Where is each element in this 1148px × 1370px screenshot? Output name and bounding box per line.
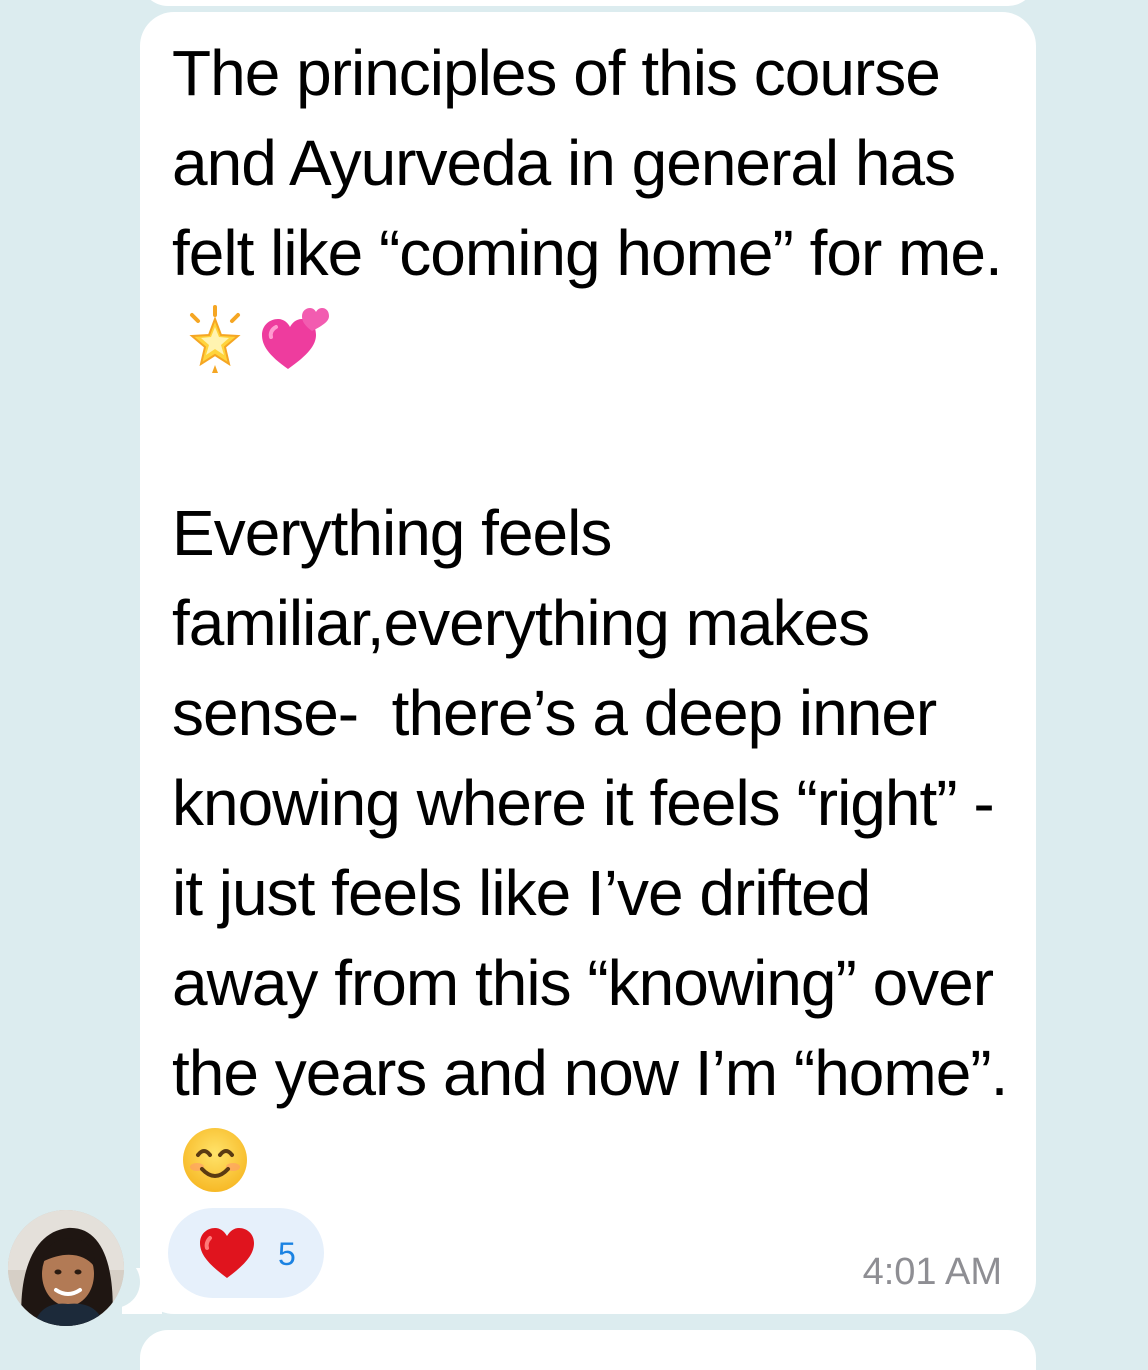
reaction-count: 5 [278, 1236, 296, 1272]
message-text: The principles of this course and Ayurve… [172, 28, 1022, 1218]
two-hearts-icon [258, 303, 330, 398]
message-timestamp: 4:01 AM [862, 1251, 1002, 1293]
message-paragraph-1: The principles of this course and Ayurve… [172, 37, 1003, 289]
sender-avatar-photo [8, 1210, 124, 1326]
reaction-pill[interactable]: 5 [168, 1208, 324, 1298]
red-heart-icon [198, 1226, 256, 1285]
smiling-face-icon [180, 1125, 250, 1218]
next-message-bubble [140, 1330, 1036, 1370]
sender-avatar[interactable] [8, 1210, 124, 1326]
previous-message-bubble [140, 0, 1036, 6]
glowing-star-icon [180, 305, 250, 398]
message-paragraph-2: Everything feels familiar,everything mak… [172, 497, 1011, 1109]
